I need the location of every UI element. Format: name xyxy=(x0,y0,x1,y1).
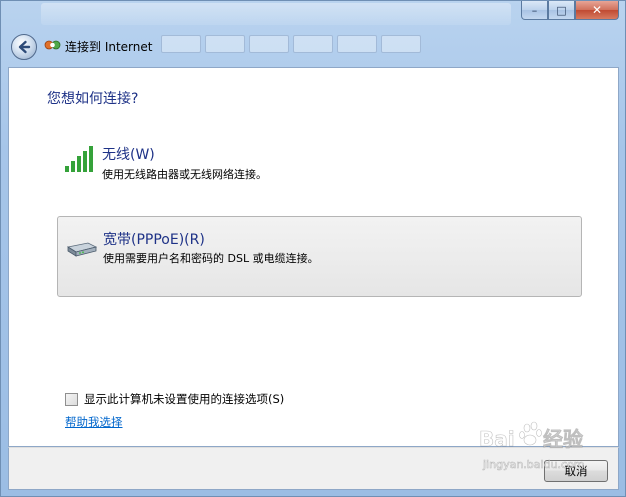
cancel-button[interactable]: 取消 xyxy=(544,460,608,482)
show-unconfigured-options-label[interactable]: 显示此计算机未设置使用的连接选项(S) xyxy=(84,391,284,407)
option-broadband-description: 使用需要用户名和密码的 DSL 或电缆连接。 xyxy=(103,252,319,265)
option-broadband-title: 宽带(PPPoE)(R) xyxy=(103,232,205,248)
close-button[interactable]: ✕ xyxy=(575,1,619,20)
background-tab xyxy=(337,35,377,53)
background-tab xyxy=(381,35,421,53)
help-me-choose-link[interactable]: 帮助我选择 xyxy=(65,414,123,430)
wizard-window: – □ ✕ 连接到 Internet 您想如何连接? 无线(W) 使用无线路由器… xyxy=(0,0,626,497)
background-window-strip xyxy=(41,3,511,25)
option-wireless[interactable]: 无线(W) 使用无线路由器或无线网络连接。 xyxy=(57,138,582,188)
background-tab xyxy=(161,35,201,53)
minimize-button[interactable]: – xyxy=(521,1,548,20)
option-wireless-title: 无线(W) xyxy=(102,147,155,163)
wizard-content: 您想如何连接? 无线(W) 使用无线路由器或无线网络连接。 宽带(PPPoE)(… xyxy=(8,67,619,447)
wizard-footer: 取消 xyxy=(8,447,619,490)
back-button[interactable] xyxy=(11,34,37,60)
caption-buttons: – □ ✕ xyxy=(521,1,619,20)
option-broadband[interactable]: 宽带(PPPoE)(R) 使用需要用户名和密码的 DSL 或电缆连接。 xyxy=(57,216,582,297)
wireless-signal-icon xyxy=(65,146,93,172)
title-bar: – □ ✕ 连接到 Internet xyxy=(1,1,626,67)
broadband-modem-icon xyxy=(66,242,98,257)
page-heading: 您想如何连接? xyxy=(47,91,139,107)
background-tab xyxy=(205,35,245,53)
option-wireless-description: 使用无线路由器或无线网络连接。 xyxy=(102,168,267,181)
wizard-title: 连接到 Internet xyxy=(65,40,153,54)
maximize-button[interactable]: □ xyxy=(548,1,575,20)
background-window-tabs xyxy=(161,35,421,57)
background-tab xyxy=(293,35,333,53)
back-arrow-icon xyxy=(18,40,31,54)
show-unconfigured-options-checkbox[interactable] xyxy=(65,392,78,406)
show-unconfigured-options-row[interactable]: 显示此计算机未设置使用的连接选项(S) xyxy=(65,391,284,407)
background-tab xyxy=(249,35,289,53)
network-connection-icon xyxy=(44,40,61,50)
